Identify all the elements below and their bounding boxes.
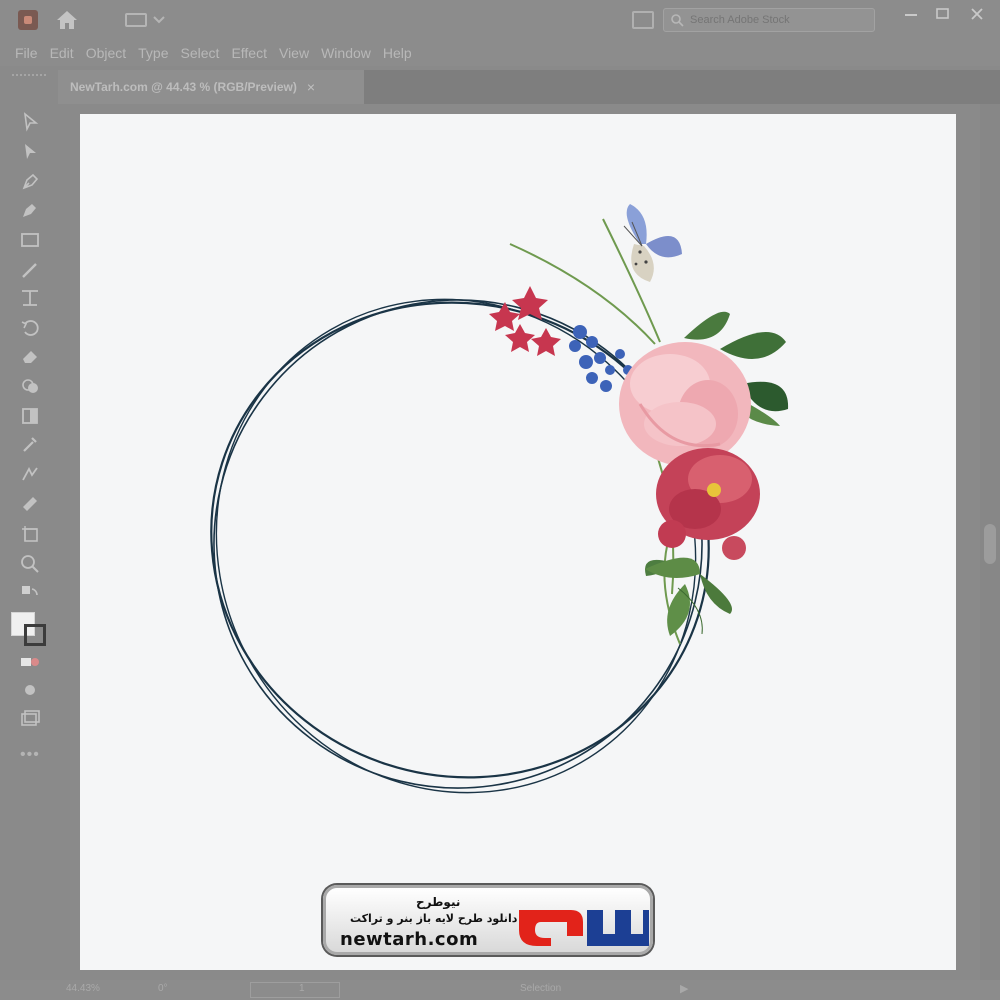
search-box[interactable] — [663, 8, 875, 32]
zoom-tool-icon[interactable] — [17, 552, 43, 576]
brand-logo — [519, 910, 649, 946]
title-bar — [0, 0, 1000, 40]
app-logo-icon — [18, 10, 38, 30]
eraser-tool-icon[interactable] — [17, 344, 43, 368]
pen-tool-icon[interactable] — [17, 170, 43, 194]
rectangle-tool-icon[interactable] — [17, 228, 43, 252]
artboard[interactable] — [80, 114, 956, 970]
swap-colors-icon[interactable] — [17, 582, 43, 606]
screen-mode-icon[interactable] — [17, 706, 43, 730]
watermark-url: newtarh.com — [340, 929, 479, 950]
color-mode-icon[interactable] — [17, 650, 43, 674]
workspace-icon[interactable] — [125, 12, 171, 28]
close-icon[interactable] — [966, 6, 988, 22]
close-tab-icon[interactable]: × — [307, 79, 315, 95]
artwork[interactable] — [80, 114, 956, 970]
maximize-icon[interactable] — [932, 6, 954, 22]
rotation-field[interactable]: 0° — [158, 983, 198, 997]
rotate-tool-icon[interactable] — [17, 315, 43, 339]
watermark-title: نیوطرح — [416, 895, 461, 909]
panel-grip[interactable] — [12, 74, 46, 78]
search-input[interactable] — [690, 12, 870, 28]
canvas-area[interactable] — [58, 104, 976, 980]
document-tab[interactable]: NewTarh.com @ 44.43 % (RGB/Preview) × — [58, 70, 364, 104]
stroke-color-swatch[interactable] — [24, 624, 46, 646]
menu-type[interactable]: Type — [135, 45, 177, 61]
chevron-down-icon — [153, 16, 165, 24]
document-tab-strip: NewTarh.com @ 44.43 % (RGB/Preview) × — [58, 70, 1000, 104]
shape-builder-tool-icon[interactable] — [17, 374, 43, 398]
watermark-subtitle: دانلود طرح لایه باز بنر و تراکت — [350, 912, 518, 925]
pink-peony — [619, 342, 751, 466]
curvature-tool-icon[interactable] — [17, 198, 43, 222]
status-mode: Selection — [520, 983, 562, 994]
menu-bar: File Edit Object Type Select Effect View… — [0, 40, 1000, 66]
status-bar — [0, 980, 1000, 1000]
menu-help[interactable]: Help — [380, 45, 421, 61]
menu-object[interactable]: Object — [83, 45, 135, 61]
scroll-thumb[interactable] — [984, 524, 996, 564]
gradient-tool-icon[interactable] — [17, 404, 43, 428]
search-icon — [671, 14, 684, 27]
zoom-level[interactable]: 44.43% — [66, 983, 120, 997]
paintbrush-tool-icon[interactable] — [17, 258, 43, 282]
symbol-sprayer-tool-icon[interactable] — [17, 490, 43, 514]
direct-selection-tool-icon[interactable] — [17, 140, 43, 164]
eyedropper-tool-icon[interactable] — [17, 432, 43, 456]
artboard-navigator[interactable]: 1 — [250, 982, 340, 998]
more-tools-icon[interactable]: ••• — [20, 746, 40, 764]
blend-tool-icon[interactable] — [17, 462, 43, 486]
menu-edit[interactable]: Edit — [47, 45, 83, 61]
watermark-badge: نیوطرح دانلود طرح لایه باز بنر و تراکت n… — [323, 885, 653, 955]
selection-tool-icon[interactable] — [17, 110, 43, 134]
butterfly-icon — [623, 204, 682, 282]
menu-window[interactable]: Window — [318, 45, 380, 61]
play-icon[interactable]: ▶ — [680, 982, 688, 995]
menu-file[interactable]: File — [12, 45, 47, 61]
arrange-documents-icon[interactable] — [632, 11, 654, 29]
menu-select[interactable]: Select — [178, 45, 229, 61]
vertical-scrollbar[interactable] — [980, 104, 1000, 980]
tools-panel: ••• — [0, 70, 58, 982]
double-ring-frame — [210, 298, 710, 794]
menu-effect[interactable]: Effect — [228, 45, 276, 61]
document-tab-title: NewTarh.com @ 44.43 % (RGB/Preview) — [70, 80, 297, 94]
artboard-tool-icon[interactable] — [17, 522, 43, 546]
draw-mode-icon[interactable] — [17, 678, 43, 702]
minimize-icon[interactable] — [900, 6, 922, 22]
menu-view[interactable]: View — [276, 45, 318, 61]
home-icon[interactable] — [55, 9, 79, 31]
pencil-tool-icon[interactable] — [17, 286, 43, 310]
